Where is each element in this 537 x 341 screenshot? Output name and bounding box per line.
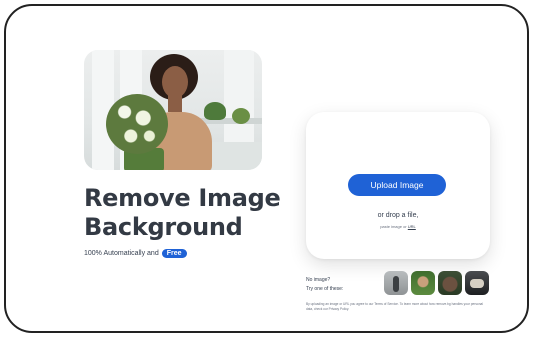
- subtitle: 100% Automatically and Free: [84, 249, 187, 258]
- drop-file-text: or drop a file,: [377, 212, 419, 219]
- legal-notice: By uploading an image or URL you agree t…: [306, 302, 483, 311]
- try-these-line: Try one of these:: [306, 286, 344, 292]
- sample-thumb-car[interactable]: [465, 271, 489, 295]
- background-table: [212, 142, 262, 170]
- paste-text: paste image or: [380, 224, 407, 229]
- sample-thumbnails: [384, 271, 489, 295]
- hero-image: [84, 50, 262, 170]
- upload-card: Upload Image or drop a file, paste image…: [306, 112, 490, 259]
- subtitle-text: 100% Automatically and: [84, 250, 159, 257]
- title-line-1: Remove Image: [84, 184, 281, 212]
- background-plant: [204, 102, 226, 120]
- sample-thumb-bottle[interactable]: [384, 271, 408, 295]
- url-link[interactable]: URL: [408, 224, 416, 229]
- page-title: Remove Image Background: [84, 184, 294, 242]
- free-badge: Free: [161, 249, 187, 258]
- person-neck: [168, 94, 182, 112]
- paste-hint: paste image or URL: [306, 224, 490, 229]
- no-image-prompt: No image? Try one of these:: [306, 276, 343, 294]
- sample-thumb-person[interactable]: [411, 271, 435, 295]
- title-line-2: Background: [84, 213, 243, 241]
- no-image-line: No image?: [306, 277, 331, 283]
- background-plant: [232, 108, 250, 124]
- sample-thumb-dog[interactable]: [438, 271, 462, 295]
- upload-image-button[interactable]: Upload Image: [348, 174, 446, 196]
- flower-bouquet: [106, 94, 168, 154]
